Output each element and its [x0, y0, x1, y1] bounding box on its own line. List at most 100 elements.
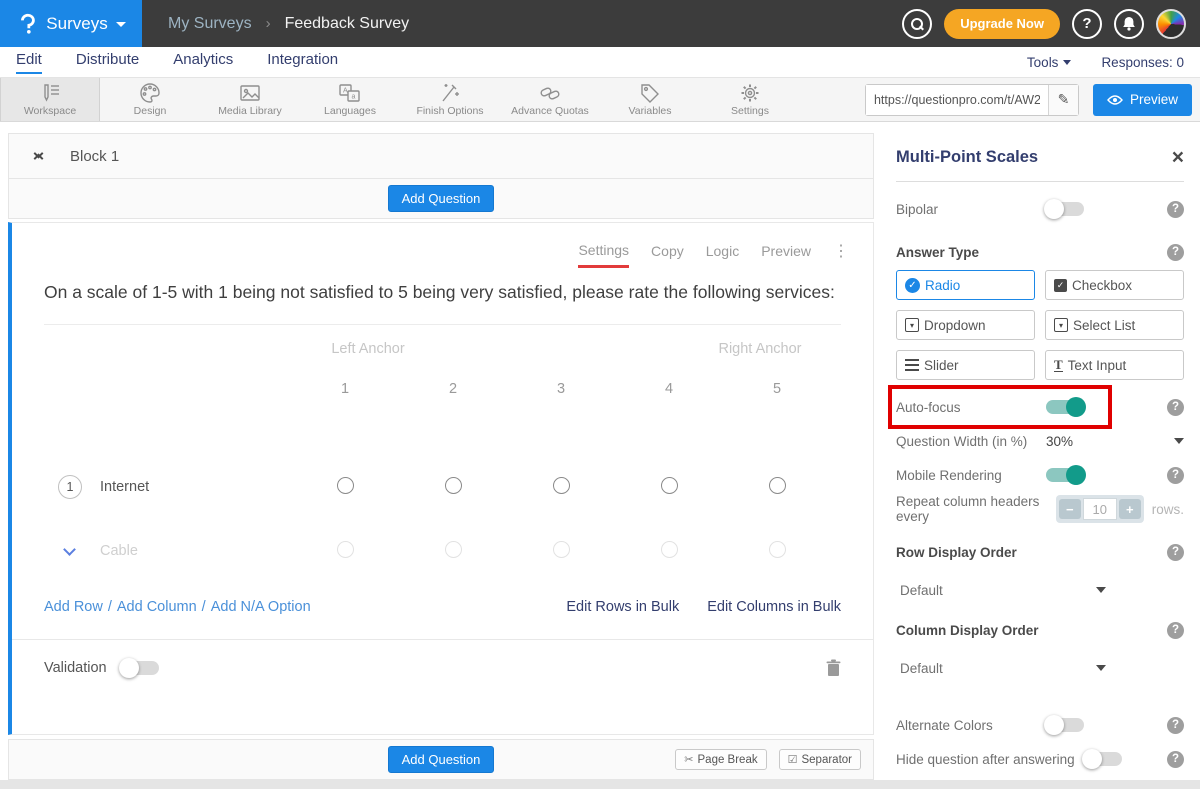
question-width-value[interactable]: 30% — [1046, 434, 1073, 449]
radio-button[interactable] — [445, 541, 462, 558]
help-icon[interactable] — [1167, 751, 1184, 768]
add-question-button-bottom[interactable]: Add Question — [388, 746, 495, 773]
toolbar-item-media-library[interactable]: Media Library — [200, 78, 300, 121]
tools-menu[interactable]: Tools — [1027, 55, 1072, 70]
breadcrumb-parent[interactable]: My Surveys — [168, 15, 252, 33]
upgrade-now-button[interactable]: Upgrade Now — [944, 9, 1060, 39]
alternate-colors-toggle[interactable] — [1046, 718, 1084, 732]
chevron-down-icon — [1063, 60, 1071, 65]
help-icon[interactable] — [1167, 717, 1184, 734]
survey-url-input[interactable] — [866, 85, 1048, 115]
preview-button[interactable]: Preview — [1093, 84, 1192, 116]
tab-integration[interactable]: Integration — [267, 51, 338, 74]
add-column-link[interactable]: Add Column — [117, 599, 197, 615]
increment-button[interactable]: + — [1119, 499, 1141, 519]
help-icon[interactable] — [1167, 399, 1184, 416]
question-tab-logic[interactable]: Logic — [706, 243, 739, 266]
radio-button[interactable] — [553, 541, 570, 558]
answer-type-radio[interactable]: ✓ Radio — [896, 270, 1035, 300]
avatar[interactable] — [1156, 9, 1186, 39]
add-row-link[interactable]: Add Row — [44, 599, 103, 615]
chevron-down-icon[interactable] — [63, 543, 76, 556]
help-button[interactable]: ? — [1072, 9, 1102, 39]
help-icon[interactable] — [1167, 201, 1184, 218]
page-break-button[interactable]: ✂ Page Break — [675, 749, 766, 770]
toolbar-item-variables[interactable]: Variables — [600, 78, 700, 121]
hide-question-toggle[interactable] — [1084, 752, 1122, 766]
toolbar-item-label: Settings — [731, 105, 769, 117]
toolbar-item-design[interactable]: Design — [100, 78, 200, 121]
radio-button[interactable] — [553, 477, 570, 494]
close-icon[interactable]: × — [1172, 150, 1184, 166]
settings-icon — [739, 83, 761, 103]
help-icon[interactable] — [1167, 544, 1184, 561]
repeat-headers-stepper: − 10 + — [1056, 495, 1144, 523]
column-header[interactable]: 5 — [723, 381, 831, 397]
question-text[interactable]: On a scale of 1-5 with 1 being not satis… — [44, 278, 841, 325]
column-header[interactable]: 4 — [615, 381, 723, 397]
radio-button[interactable] — [769, 541, 786, 558]
tab-edit[interactable]: Edit — [16, 51, 42, 74]
help-icon[interactable] — [1167, 467, 1184, 484]
toolbar-item-advance-quotas[interactable]: Advance Quotas — [500, 78, 600, 121]
tab-analytics[interactable]: Analytics — [173, 51, 233, 74]
finish-options-icon — [439, 83, 461, 103]
edit-columns-in-bulk-link[interactable]: Edit Columns in Bulk — [707, 599, 841, 615]
edit-url-button[interactable]: ✎ — [1048, 85, 1078, 115]
radio-button[interactable] — [661, 541, 678, 558]
question-tab-preview[interactable]: Preview — [761, 243, 811, 266]
toolbar-item-finish-options[interactable]: Finish Options — [400, 78, 500, 121]
radio-button[interactable] — [337, 541, 354, 558]
toolbar-item-workspace[interactable]: Workspace — [0, 78, 100, 121]
toolbar-item-languages[interactable]: A a Languages — [300, 78, 400, 121]
add-na-option-link[interactable]: Add N/A Option — [211, 599, 311, 615]
delete-question-icon[interactable] — [826, 659, 841, 677]
edit-rows-in-bulk-link[interactable]: Edit Rows in Bulk — [566, 599, 679, 615]
validation-toggle[interactable] — [121, 661, 159, 675]
radio-button[interactable] — [445, 477, 462, 494]
auto-focus-toggle[interactable] — [1046, 400, 1084, 414]
row-label[interactable]: Internet — [100, 479, 149, 495]
right-anchor-input[interactable]: Right Anchor — [680, 341, 840, 357]
column-header[interactable]: 2 — [399, 381, 507, 397]
product-switcher[interactable]: Surveys — [0, 0, 142, 47]
question-tab-copy[interactable]: Copy — [651, 243, 684, 266]
answer-type-slider[interactable]: Slider — [896, 350, 1035, 380]
column-header[interactable]: 3 — [507, 381, 615, 397]
add-question-button-top[interactable]: Add Question — [388, 185, 495, 212]
toolbar-item-settings[interactable]: Settings — [700, 78, 800, 121]
radio-button[interactable] — [661, 477, 678, 494]
validation-row: Validation — [12, 640, 873, 695]
radio-button[interactable] — [337, 477, 354, 494]
question-more-menu-icon[interactable]: ⋮ — [833, 241, 849, 268]
question-tab-settings[interactable]: Settings — [578, 242, 629, 268]
column-display-order-header: Column Display Order — [896, 618, 1184, 642]
responses-count[interactable]: Responses: 0 — [1101, 55, 1184, 70]
decrement-button[interactable]: − — [1059, 499, 1081, 519]
column-display-order-select[interactable]: Default — [896, 654, 1106, 682]
radio-button[interactable] — [769, 477, 786, 494]
help-icon[interactable] — [1167, 622, 1184, 639]
tab-distribute[interactable]: Distribute — [76, 51, 139, 74]
repeat-headers-value[interactable]: 10 — [1083, 498, 1117, 520]
left-anchor-input[interactable]: Left Anchor — [288, 341, 448, 357]
media-library-icon — [239, 83, 261, 103]
collapse-block-icon[interactable] — [35, 150, 42, 162]
bipolar-toggle[interactable] — [1046, 202, 1084, 216]
answer-type-dropdown[interactable]: ▾ Dropdown — [896, 310, 1035, 340]
answer-type-text-input[interactable]: T Text Input — [1045, 350, 1184, 380]
chevron-down-icon[interactable] — [1174, 438, 1184, 444]
mobile-rendering-toggle[interactable] — [1046, 468, 1084, 482]
block-title[interactable]: Block 1 — [70, 148, 119, 165]
toolbar-item-label: Variables — [629, 105, 672, 117]
search-button[interactable] — [902, 9, 932, 39]
answer-type-select-list[interactable]: ▾ Select List — [1045, 310, 1184, 340]
answer-type-checkbox[interactable]: ✓ Checkbox — [1045, 270, 1184, 300]
column-header[interactable]: 1 — [291, 381, 399, 397]
row-display-order-select[interactable]: Default — [896, 576, 1106, 604]
separator-button[interactable]: ☑ Separator — [779, 749, 861, 770]
help-icon[interactable] — [1167, 244, 1184, 261]
row-label[interactable]: Cable — [100, 543, 138, 559]
page-break-icon: ✂ — [684, 753, 693, 766]
notifications-button[interactable] — [1114, 9, 1144, 39]
